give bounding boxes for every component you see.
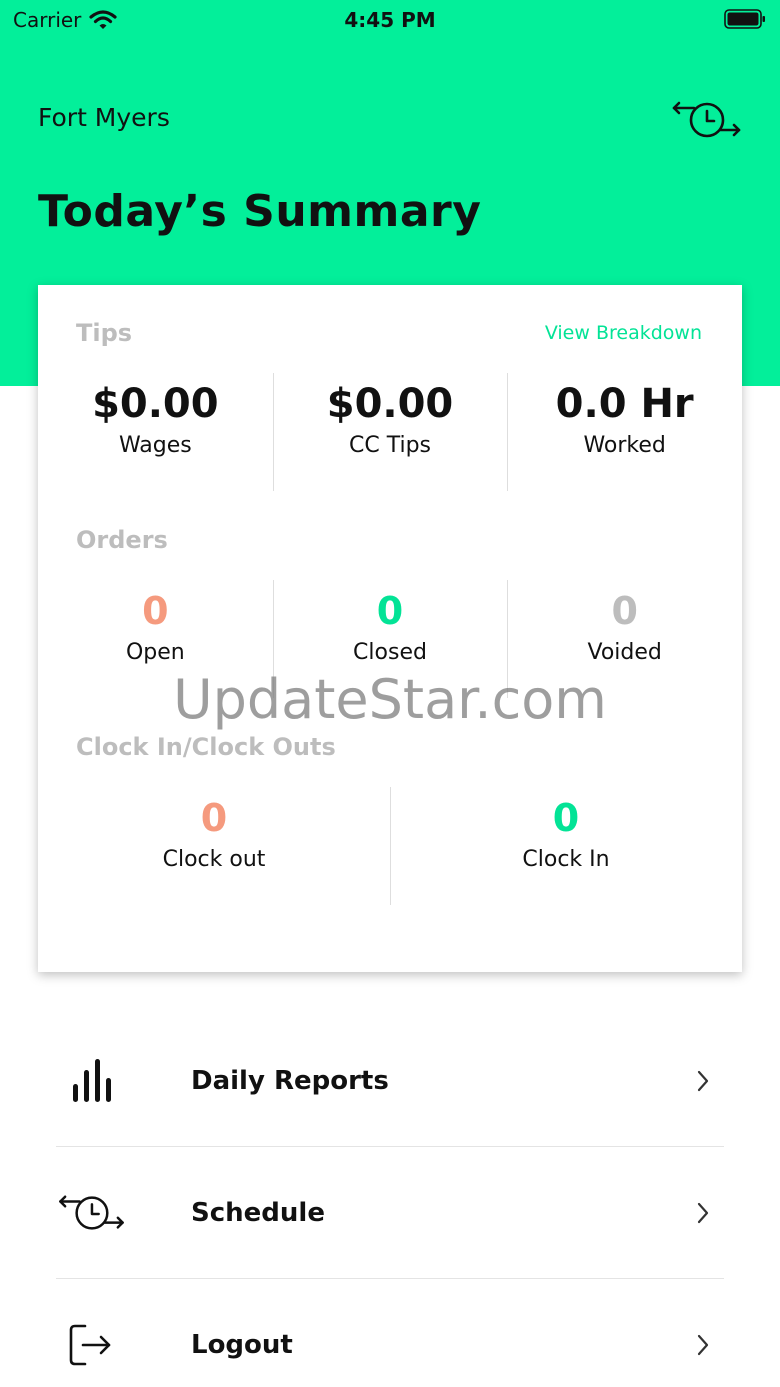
open-orders-value: 0 [142, 589, 169, 633]
wages-label: Wages [118, 433, 192, 458]
worked-stat: 0.0 Hr Worked [507, 373, 742, 491]
status-bar: Carrier 4:45 PM [0, 0, 780, 40]
closed-orders-label: Closed [353, 640, 427, 665]
bar-chart-icon [56, 1015, 126, 1147]
chevron-right-icon [696, 1015, 710, 1147]
clock-out-stat: 0 Clock out [38, 787, 390, 872]
voided-orders-value: 0 [611, 589, 638, 633]
battery-icon [724, 9, 765, 29]
clock-section-label: Clock In/Clock Outs [76, 733, 336, 761]
clock-in-label: Clock In [522, 847, 610, 872]
clock-swap-icon [56, 1147, 126, 1279]
status-time: 4:45 PM [344, 8, 436, 32]
watermark: UpdateStar.com [173, 668, 607, 731]
closed-orders-value: 0 [376, 589, 404, 633]
worked-label: Worked [583, 433, 666, 458]
clock-in-value: 0 [552, 796, 580, 840]
menu-label-logout: Logout [191, 1330, 293, 1360]
open-orders-stat: 0 Open [38, 580, 273, 665]
chevron-right-icon [696, 1279, 710, 1387]
voided-orders-stat: 0 Voided [507, 580, 742, 698]
worked-value: 0.0 Hr [555, 381, 694, 427]
wages-value: $0.00 [92, 381, 219, 427]
location-label: Fort Myers [38, 103, 170, 132]
page-title: Today’s Summary [38, 186, 482, 237]
clock-in-stat: 0 Clock In [390, 787, 742, 905]
clock-out-value: 0 [200, 796, 228, 840]
logout-icon [56, 1279, 126, 1387]
cc-tips-stat: $0.00 CC Tips [272, 373, 508, 491]
menu-item-daily-reports[interactable]: Daily Reports [56, 1015, 724, 1147]
closed-orders-stat: 0 Closed [272, 580, 508, 698]
menu-label-schedule: Schedule [191, 1198, 325, 1228]
clock-swap-icon[interactable] [670, 96, 742, 144]
voided-orders-label: Voided [587, 640, 662, 665]
tips-row: $0.00 Wages $0.00 CC Tips 0.0 Hr Worked [38, 373, 742, 491]
menu-label-daily-reports: Daily Reports [191, 1066, 389, 1096]
clock-row: 0 Clock out 0 Clock In [38, 787, 742, 905]
menu-item-logout[interactable]: Logout [56, 1279, 724, 1387]
cc-tips-value: $0.00 [326, 381, 454, 427]
view-breakdown-link[interactable]: View Breakdown [545, 322, 702, 344]
orders-row: 0 Open 0 Closed 0 Voided [38, 580, 742, 698]
cc-tips-label: CC Tips [348, 433, 432, 458]
chevron-right-icon [696, 1147, 710, 1279]
open-orders-label: Open [125, 640, 185, 665]
summary-card: Tips View Breakdown $0.00 Wages $0.00 CC… [38, 285, 742, 972]
menu-item-schedule[interactable]: Schedule [56, 1147, 724, 1279]
tips-section-label: Tips [76, 319, 133, 347]
orders-section-label: Orders [76, 526, 168, 554]
clock-out-label: Clock out [162, 847, 266, 872]
wages-stat: $0.00 Wages [38, 373, 273, 458]
